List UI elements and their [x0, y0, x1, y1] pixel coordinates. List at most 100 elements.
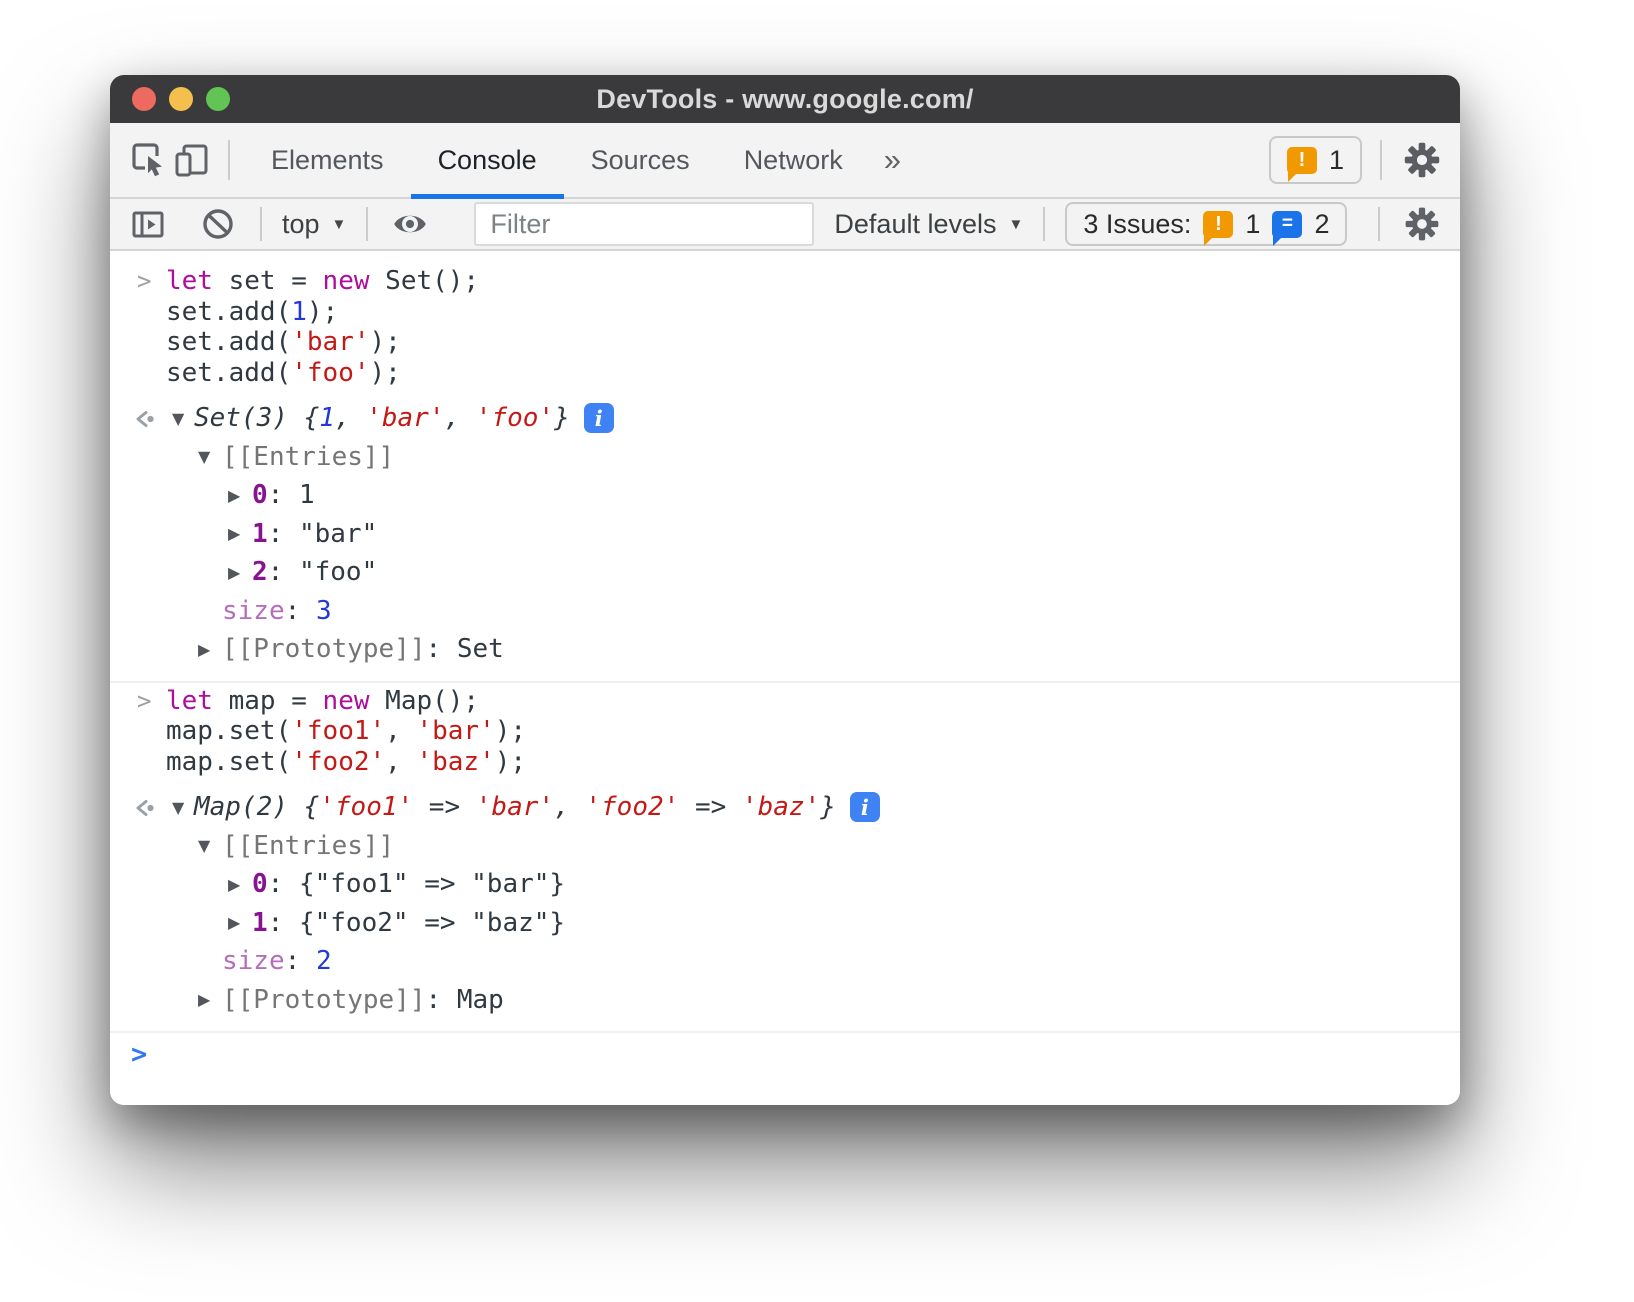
more-tabs-button[interactable]: »: [870, 123, 915, 197]
collapse-arrow-icon[interactable]: ▼: [198, 836, 222, 855]
log-levels-selector[interactable]: Default levels ▼: [834, 209, 1023, 240]
console-settings-button[interactable]: [1400, 205, 1444, 243]
tree-row[interactable]: ▶1: {"foo2" => "baz"}: [110, 904, 1460, 943]
token: 1: [319, 403, 335, 433]
device-toolbar-icon: [173, 140, 211, 180]
command-line: map.set('foo1', 'bar');: [110, 716, 1460, 747]
token: }: [554, 403, 570, 433]
collapse-arrow-icon[interactable]: ▼: [198, 447, 222, 466]
tree-row[interactable]: ▶[[Prototype]]: Set: [110, 630, 1460, 669]
log-levels-label: Default levels: [834, 209, 996, 240]
console-group: >let map = new Map();map.set('foo1', 'ba…: [110, 683, 1460, 1034]
tab-console[interactable]: Console: [411, 123, 564, 197]
expand-arrow-icon[interactable]: ▶: [228, 913, 252, 932]
console-prompt-row[interactable]: >: [110, 1033, 1460, 1099]
tree-row[interactable]: ▶1: "bar": [110, 515, 1460, 554]
tab-network[interactable]: Network: [717, 123, 870, 197]
traffic-lights: [132, 75, 230, 123]
expand-arrow-icon[interactable]: ▶: [228, 486, 252, 505]
token: 0: [252, 480, 268, 510]
close-window-button[interactable]: [132, 87, 156, 111]
token: :: [268, 519, 299, 549]
tree-row[interactable]: ▶[[Prototype]]: Map: [110, 981, 1460, 1020]
window-title: DevTools - www.google.com/: [596, 84, 973, 115]
context-label: top: [282, 209, 320, 240]
inspect-element-button[interactable]: [126, 123, 170, 197]
gear-icon: [1402, 140, 1442, 180]
token: :: [285, 946, 316, 976]
token: 'foo': [476, 403, 554, 433]
expand-arrow-icon[interactable]: ▶: [228, 875, 252, 894]
create-live-expression-button[interactable]: [388, 204, 432, 244]
zoom-window-button[interactable]: [206, 87, 230, 111]
token: 'foo2': [291, 747, 385, 777]
device-toolbar-button[interactable]: [170, 123, 214, 197]
settings-gear-button[interactable]: [1400, 140, 1444, 180]
token: 'foo1': [319, 792, 413, 822]
divider: [1378, 207, 1380, 241]
tree-row[interactable]: ▶0: {"foo1" => "bar"}: [110, 865, 1460, 904]
collapse-arrow-icon[interactable]: ▼: [172, 409, 194, 428]
token: size: [222, 946, 285, 976]
token: :: [268, 869, 299, 899]
console-sidebar-toggle-button[interactable]: [126, 205, 170, 243]
token: "foo": [299, 557, 377, 587]
tree-row[interactable]: ▶0: 1: [110, 476, 1460, 515]
info-icon[interactable]: i: [850, 792, 880, 822]
clear-console-button[interactable]: [196, 205, 240, 243]
tree-row[interactable]: size: 2: [110, 942, 1460, 981]
issue-message-count: 2: [1314, 209, 1329, 240]
token: 1: [252, 519, 268, 549]
info-icon[interactable]: i: [584, 403, 614, 433]
tree-row[interactable]: ▶2: "foo": [110, 553, 1460, 592]
expand-arrow-icon[interactable]: ▶: [228, 563, 252, 582]
ban-circle-icon: [199, 205, 237, 243]
token: [[Entries]]: [222, 442, 394, 472]
console-panel[interactable]: >let set = new Set();set.add(1);set.add(…: [110, 251, 1460, 1105]
tree-row[interactable]: ▼[[Entries]]: [110, 827, 1460, 866]
token: :: [268, 557, 299, 587]
sidebar-panel-icon: [129, 205, 167, 243]
expand-arrow-icon[interactable]: ▶: [228, 524, 252, 543]
token: =>: [679, 792, 742, 822]
token: 2: [252, 557, 268, 587]
token: 1: [252, 908, 268, 938]
tab-label: Sources: [591, 145, 690, 176]
console-prompt-icon: >: [131, 1039, 147, 1070]
issues-counter-button[interactable]: ! 1: [1269, 136, 1362, 184]
issue-warning-count: 1: [1245, 209, 1260, 240]
token: 'foo2': [585, 792, 679, 822]
execution-context-selector[interactable]: top ▼: [282, 209, 346, 240]
token: Map: [457, 985, 504, 1015]
token: 3: [316, 596, 332, 626]
divider: [366, 207, 368, 241]
command-line: let map = new Map();: [110, 686, 1460, 717]
token: }: [820, 792, 836, 822]
collapse-arrow-icon[interactable]: ▼: [172, 798, 194, 817]
token: set =: [213, 266, 323, 296]
console-toolbar: top ▼ Default levels ▼ 3 Issues: ! 1 = 2: [110, 199, 1460, 251]
tab-label: Elements: [271, 145, 384, 176]
token: 'bar': [476, 792, 554, 822]
token: :: [426, 634, 457, 664]
filter-input[interactable]: [474, 202, 814, 246]
minimize-window-button[interactable]: [169, 87, 193, 111]
token: new: [323, 686, 370, 716]
tree-row[interactable]: size: 3: [110, 592, 1460, 631]
expand-arrow-icon[interactable]: ▶: [198, 640, 222, 659]
console-log: >let set = new Set();set.add(1);set.add(…: [110, 263, 1460, 1033]
expand-arrow-icon[interactable]: ▶: [198, 990, 222, 1009]
issue-warning-icon: !: [1203, 211, 1233, 238]
tab-elements[interactable]: Elements: [244, 123, 411, 197]
tree-row[interactable]: ▼[[Entries]]: [110, 438, 1460, 477]
command-prompt-icon: >: [137, 686, 151, 717]
object-preview-row[interactable]: ▼Map(2) {'foo1' => 'bar', 'foo2' => 'baz…: [110, 788, 1460, 827]
tab-sources[interactable]: Sources: [564, 123, 717, 197]
issues-summary-button[interactable]: 3 Issues: ! 1 = 2: [1065, 202, 1347, 246]
token: new: [323, 266, 370, 296]
object-preview-row[interactable]: ▼Set(3) {1, 'bar', 'foo'}i: [110, 399, 1460, 438]
token: :: [268, 908, 299, 938]
command-message[interactable]: >let map = new Map();map.set('foo1', 'ba…: [110, 683, 1460, 778]
command-prompt-icon: >: [137, 266, 151, 297]
command-message[interactable]: >let set = new Set();set.add(1);set.add(…: [110, 263, 1460, 388]
